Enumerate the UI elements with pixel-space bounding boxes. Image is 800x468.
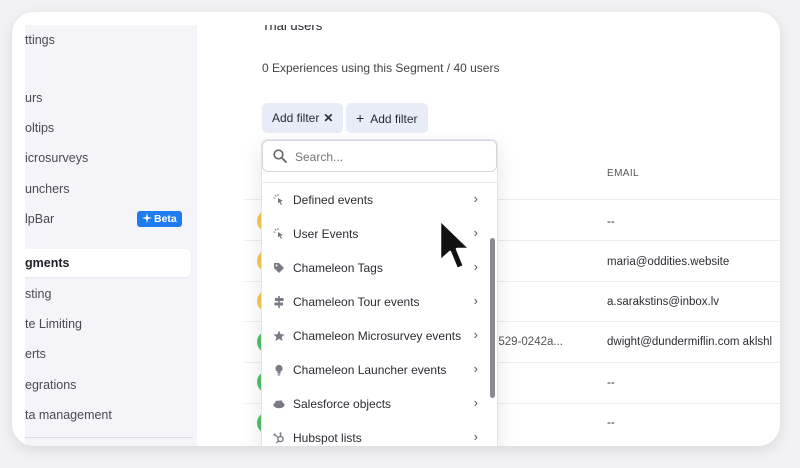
- sidebar-item-segments[interactable]: gments: [25, 249, 191, 277]
- sidebar-divider: [25, 437, 193, 438]
- segment-subtitle: 0 Experiences using this Segment / 40 us…: [262, 61, 500, 75]
- star-icon: [273, 330, 285, 341]
- sidebar-item-launchers[interactable]: unchers: [25, 175, 69, 203]
- dropdown-scrollbar[interactable]: [490, 238, 495, 398]
- segment-title: Trial users: [262, 25, 323, 33]
- sidebar-item-label: ttings: [25, 33, 55, 47]
- sparkle-icon: [142, 213, 152, 223]
- sidebar-item-microsurveys[interactable]: icrosurveys: [25, 144, 88, 172]
- beta-badge-label: Beta: [154, 213, 177, 225]
- search-icon: [273, 149, 287, 163]
- beta-badge: Beta: [137, 211, 182, 227]
- menu-item-defined-events[interactable]: Defined events ›: [262, 183, 490, 217]
- chevron-right-icon: ›: [473, 293, 478, 308]
- menu-item-label: Chameleon Tags: [293, 261, 383, 275]
- user-email: maria@oddities.website: [607, 256, 730, 268]
- chevron-right-icon: ›: [473, 395, 478, 410]
- cloud-icon: [273, 400, 285, 409]
- search-box[interactable]: [262, 140, 497, 172]
- search-input[interactable]: [295, 147, 485, 167]
- sidebar-item-label: gments: [25, 256, 70, 270]
- filter-chip[interactable]: Add filter ✕: [262, 103, 344, 133]
- menu-item-label: Chameleon Tour events: [293, 295, 420, 309]
- sidebar-item-label: erts: [25, 347, 46, 361]
- close-icon[interactable]: ✕: [323, 111, 333, 125]
- chevron-right-icon: ›: [473, 225, 478, 240]
- add-filter-button[interactable]: + Add filter: [346, 103, 428, 133]
- tag-icon: [274, 263, 284, 273]
- chevron-right-icon: ›: [473, 327, 478, 342]
- signpost-icon: [274, 296, 284, 308]
- email-column-header: EMAIL: [607, 168, 640, 179]
- menu-item-label: Defined events: [293, 193, 374, 207]
- user-email: --: [607, 216, 615, 228]
- add-filter-label: Add filter: [370, 112, 418, 126]
- sidebar-item-label: te Limiting: [25, 317, 82, 331]
- user-email: --: [607, 377, 615, 389]
- menu-item-label: Hubspot lists: [293, 431, 362, 445]
- menu-item-label: Salesforce objects: [293, 397, 392, 411]
- plus-icon: +: [356, 110, 365, 126]
- sidebar-item-label: unchers: [25, 182, 70, 196]
- menu-item-chameleon-tour-events[interactable]: Chameleon Tour events ›: [262, 285, 490, 319]
- sidebar-item-alerts[interactable]: erts: [25, 340, 46, 368]
- sidebar-item-label: oltips: [25, 121, 55, 135]
- user-id: 3529-0242a...: [492, 336, 563, 348]
- sidebar-item-label: lpBar: [25, 212, 55, 226]
- sidebar: ttings urs oltips icrosurveys unchers lp…: [25, 25, 197, 446]
- hubspot-icon: [273, 432, 284, 444]
- filter-dropdown: Defined events › User Events › Chameleon…: [261, 139, 498, 446]
- sidebar-item-tours[interactable]: urs: [25, 84, 42, 112]
- chevron-right-icon: ›: [473, 429, 478, 444]
- mouse-pointer-icon: [438, 218, 472, 271]
- menu-item-label: Chameleon Microsurvey events: [293, 329, 462, 343]
- app-window: ttings urs oltips icrosurveys unchers lp…: [12, 12, 780, 446]
- sidebar-item-tooltips[interactable]: oltips: [25, 114, 54, 142]
- sidebar-item-label: icrosurveys: [25, 151, 89, 165]
- menu-item-hubspot-lists[interactable]: Hubspot lists ›: [262, 421, 490, 446]
- cursor-click-icon: [273, 228, 283, 239]
- cursor-click-icon: [273, 194, 283, 205]
- sidebar-item-label: sting: [25, 287, 52, 301]
- menu-item-label: User Events: [293, 227, 359, 241]
- menu-item-chameleon-microsurvey-events[interactable]: Chameleon Microsurvey events ›: [262, 319, 490, 353]
- menu-item-label: Chameleon Launcher events: [293, 363, 447, 377]
- user-email: --: [607, 417, 615, 429]
- user-email: dwight@dundermiflin.com aklshl: [607, 336, 773, 348]
- chevron-right-icon: ›: [473, 191, 478, 206]
- sidebar-item-label: urs: [25, 91, 43, 105]
- sidebar-item-rate-limiting[interactable]: te Limiting: [25, 310, 82, 338]
- filter-chip-label: Add filter: [272, 111, 320, 125]
- sidebar-item-label: egrations: [25, 378, 77, 392]
- menu-item-chameleon-launcher-events[interactable]: Chameleon Launcher events ›: [262, 353, 490, 387]
- lightbulb-icon: [275, 364, 283, 376]
- sidebar-item-testing[interactable]: sting: [25, 280, 51, 308]
- sidebar-item-data-management[interactable]: ta management: [25, 401, 112, 429]
- menu-item-salesforce-objects[interactable]: Salesforce objects ›: [262, 387, 490, 421]
- sidebar-item-integrations[interactable]: egrations: [25, 371, 76, 399]
- chevron-right-icon: ›: [473, 259, 478, 274]
- chevron-right-icon: ›: [473, 361, 478, 376]
- sidebar-item-label: ta management: [25, 408, 112, 422]
- sidebar-item-settings[interactable]: ttings: [25, 26, 55, 54]
- screen: ttings urs oltips icrosurveys unchers lp…: [25, 25, 780, 446]
- user-email: a.sarakstins@inbox.lv: [607, 296, 720, 308]
- sidebar-item-helpbar[interactable]: lpBar: [25, 205, 54, 233]
